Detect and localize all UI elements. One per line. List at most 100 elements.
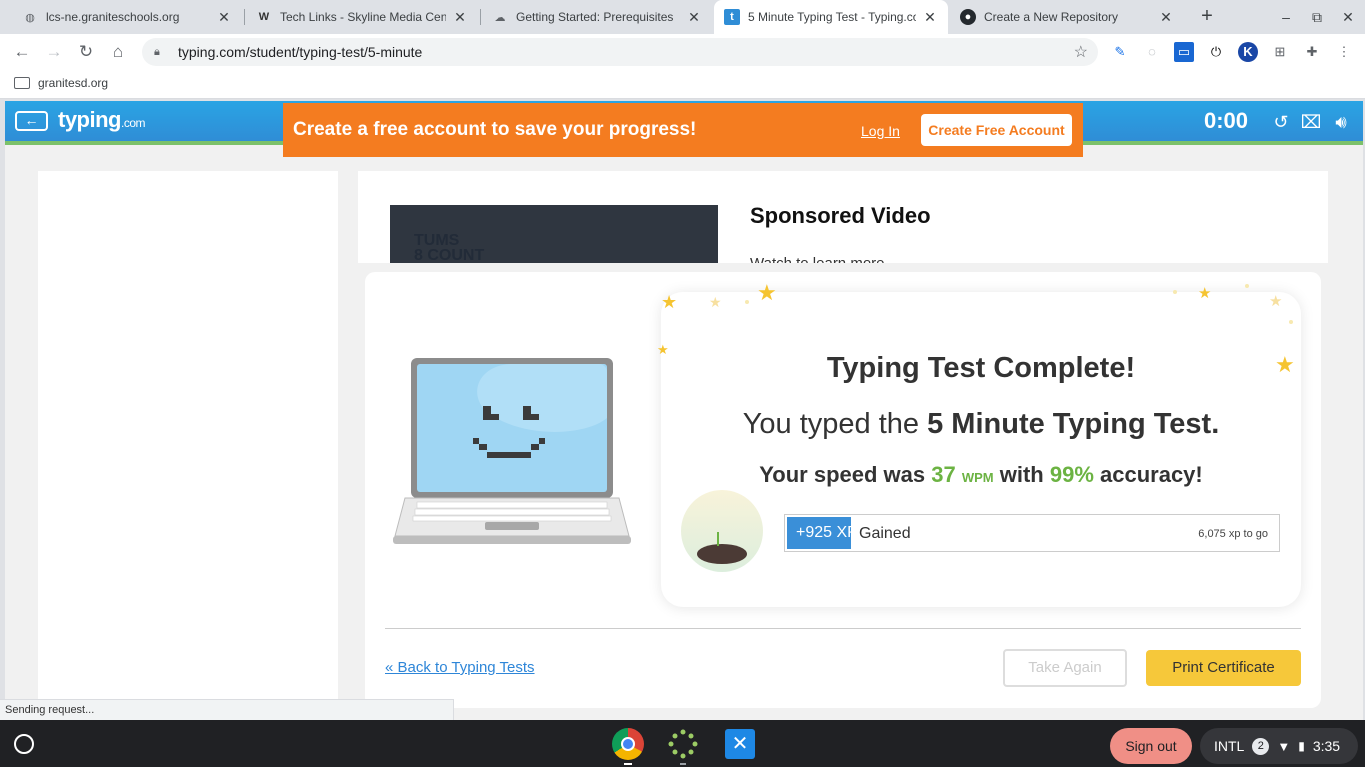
tab-title: Tech Links - Skyline Media Cent — [280, 10, 446, 24]
soil-icon — [697, 544, 747, 564]
timer: 0:00 — [1204, 108, 1249, 133]
url-text: typing.com/student/typing-test/5-minute — [178, 44, 423, 60]
wpm-value: 37 — [931, 462, 956, 487]
reload-icon[interactable]: ↻ — [74, 40, 98, 64]
tab-divider — [244, 9, 245, 25]
thumbnail-text: TUMS 8 COUNT — [414, 232, 485, 264]
login-link[interactable]: Log In — [861, 123, 900, 139]
close-icon[interactable]: ✕ — [922, 9, 938, 26]
active-app-indicator — [624, 763, 632, 765]
power-extension-icon[interactable]: ⏻ — [1206, 42, 1226, 62]
k-extension-icon[interactable]: K — [1238, 42, 1258, 62]
divider — [385, 628, 1301, 629]
xp-gained-value: +925 XP — [796, 524, 851, 541]
print-certificate-button[interactable]: Print Certificate — [1146, 650, 1301, 686]
screen-extension-icon[interactable]: ▭ — [1174, 42, 1194, 62]
browser-toolbar: ← → ↻ ⌂ 🔒︎ typing.com/student/typing-tes… — [0, 34, 1365, 70]
page-content: ← typing.com 0:00 ↺ ⌧ 🔊︎ Create a free a… — [5, 101, 1363, 720]
tab-typing-test[interactable]: t 5 Minute Typing Test - Typing.co ✕ — [714, 0, 948, 34]
close-window-button[interactable]: ✕ — [1338, 7, 1358, 27]
wpm-unit: WPM — [961, 470, 994, 485]
tab-title: Getting Started: Prerequisites — [516, 10, 674, 24]
bookmark-star-icon[interactable]: ☆ — [1074, 42, 1088, 62]
bookmark-granitesd[interactable]: granitesd.org — [14, 76, 108, 90]
tab-lcs[interactable]: ◍ lcs-ne.graniteschools.org ✕ — [12, 0, 242, 34]
keyboard-off-icon[interactable]: ⌧ — [1299, 110, 1323, 134]
sign-out-button[interactable]: Sign out — [1110, 728, 1192, 764]
speed-mid: with — [993, 462, 1050, 487]
tab-title: lcs-ne.graniteschools.org — [46, 10, 180, 24]
sparkle-dot — [1245, 284, 1249, 288]
back-arrow-icon[interactable]: ← — [10, 40, 34, 64]
puzzle-extensions-icon[interactable]: ✚ — [1302, 42, 1322, 62]
typing-logo[interactable]: typing.com — [58, 107, 146, 133]
create-account-button[interactable]: Create Free Account — [921, 114, 1072, 146]
notification-count: 2 — [1252, 737, 1270, 755]
keyboard-layout: INTL — [1214, 738, 1245, 754]
tab-divider — [480, 9, 481, 25]
star-icon: ★ — [709, 294, 722, 310]
xp-to-go: 6,075 xp to go — [1198, 528, 1268, 540]
broom-extension-icon[interactable]: ✎ — [1110, 42, 1130, 62]
left-ad-panel — [38, 171, 338, 720]
menu-dots-icon[interactable]: ⋮ — [1334, 42, 1354, 62]
sparkle-dot — [1173, 290, 1177, 294]
clock: 3:35 — [1312, 738, 1341, 754]
sprout-icon — [717, 532, 727, 546]
logo-text: typing — [58, 107, 122, 132]
wifi-icon: ▼ — [1277, 738, 1291, 754]
result-speed-line: Your speed was 37 WPM with 99% accuracy! — [661, 462, 1301, 488]
sponsored-subtitle: Watch to learn more — [750, 255, 885, 263]
restore-button[interactable]: ⧉ — [1307, 7, 1327, 27]
dots-app-icon[interactable] — [667, 728, 699, 760]
close-icon[interactable]: ✕ — [452, 9, 468, 26]
star-icon: ★ — [757, 280, 777, 305]
tab-title: Create a New Repository — [984, 10, 1119, 24]
take-again-button[interactable]: Take Again — [1003, 649, 1127, 687]
minimize-button[interactable]: – — [1276, 7, 1296, 27]
person-app-icon[interactable]: ✕ — [725, 729, 755, 759]
home-icon[interactable]: ⌂ — [106, 40, 130, 64]
forward-arrow-icon[interactable]: → — [42, 40, 66, 64]
grid-extension-icon[interactable]: ⊞ — [1270, 42, 1290, 62]
loading-extension-icon[interactable]: ◌ — [1142, 42, 1162, 62]
test-name: 5 Minute Typing Test. — [927, 408, 1220, 440]
address-bar[interactable]: 🔒︎ typing.com/student/typing-test/5-minu… — [142, 38, 1098, 66]
battery-icon: ▮ — [1298, 739, 1305, 753]
tab-create-repository[interactable]: ● Create a New Repository ✕ — [950, 0, 1184, 34]
folder-icon — [14, 77, 30, 89]
tab-tech-links[interactable]: W Tech Links - Skyline Media Cent ✕ — [246, 0, 478, 34]
status-bar: Sending request... — [0, 699, 454, 720]
close-icon[interactable]: ✕ — [216, 9, 232, 26]
cloud-icon: ☁ — [494, 11, 506, 24]
history-icon[interactable]: ↺ — [1269, 110, 1293, 134]
github-icon: ● — [960, 9, 976, 25]
xp-progress-fill: +925 XP — [787, 517, 852, 549]
app-indicator — [680, 763, 686, 765]
sponsored-title: Sponsored Video — [750, 203, 931, 228]
star-icon: ★ — [1269, 293, 1283, 310]
chrome-app-icon[interactable] — [612, 728, 644, 760]
speed-suffix: accuracy! — [1093, 462, 1203, 487]
tab-strip: ◍ lcs-ne.graniteschools.org ✕ W Tech Lin… — [0, 0, 1365, 34]
close-icon[interactable]: ✕ — [686, 9, 702, 26]
video-thumbnail[interactable]: TUMS 8 COUNT — [390, 205, 718, 263]
bookmark-label: granitesd.org — [38, 76, 109, 90]
back-arrow-button[interactable]: ← — [15, 111, 48, 131]
close-icon[interactable]: ✕ — [1158, 9, 1174, 26]
status-tray[interactable]: INTL 2 ▼ ▮ 3:35 — [1200, 728, 1358, 764]
back-to-typing-tests-link[interactable]: « Back to Typing Tests — [385, 659, 535, 676]
globe-icon: ◍ — [25, 11, 35, 24]
result-title: Typing Test Complete! — [826, 352, 1136, 384]
volume-icon[interactable]: 🔊︎ — [1329, 110, 1353, 134]
speed-prefix: Your speed was — [759, 462, 932, 487]
shelf: ✕ Sign out INTL 2 ▼ ▮ 3:35 — [0, 720, 1365, 767]
launcher-icon[interactable] — [14, 734, 34, 754]
signup-banner: Create a free account to save your progr… — [283, 103, 1083, 157]
accuracy-value: 99% — [1049, 462, 1094, 487]
result-test-name: You typed the 5 Minute Typing Test. — [661, 408, 1301, 441]
result-card: ★ ★ ★ ★ ★ ★ ★ Typing Test Complete! You … — [365, 272, 1321, 708]
tab-getting-started[interactable]: ☁ Getting Started: Prerequisites ✕ — [482, 0, 712, 34]
logo-suffix: .com — [121, 116, 146, 130]
new-tab-button[interactable]: + — [1196, 5, 1218, 27]
